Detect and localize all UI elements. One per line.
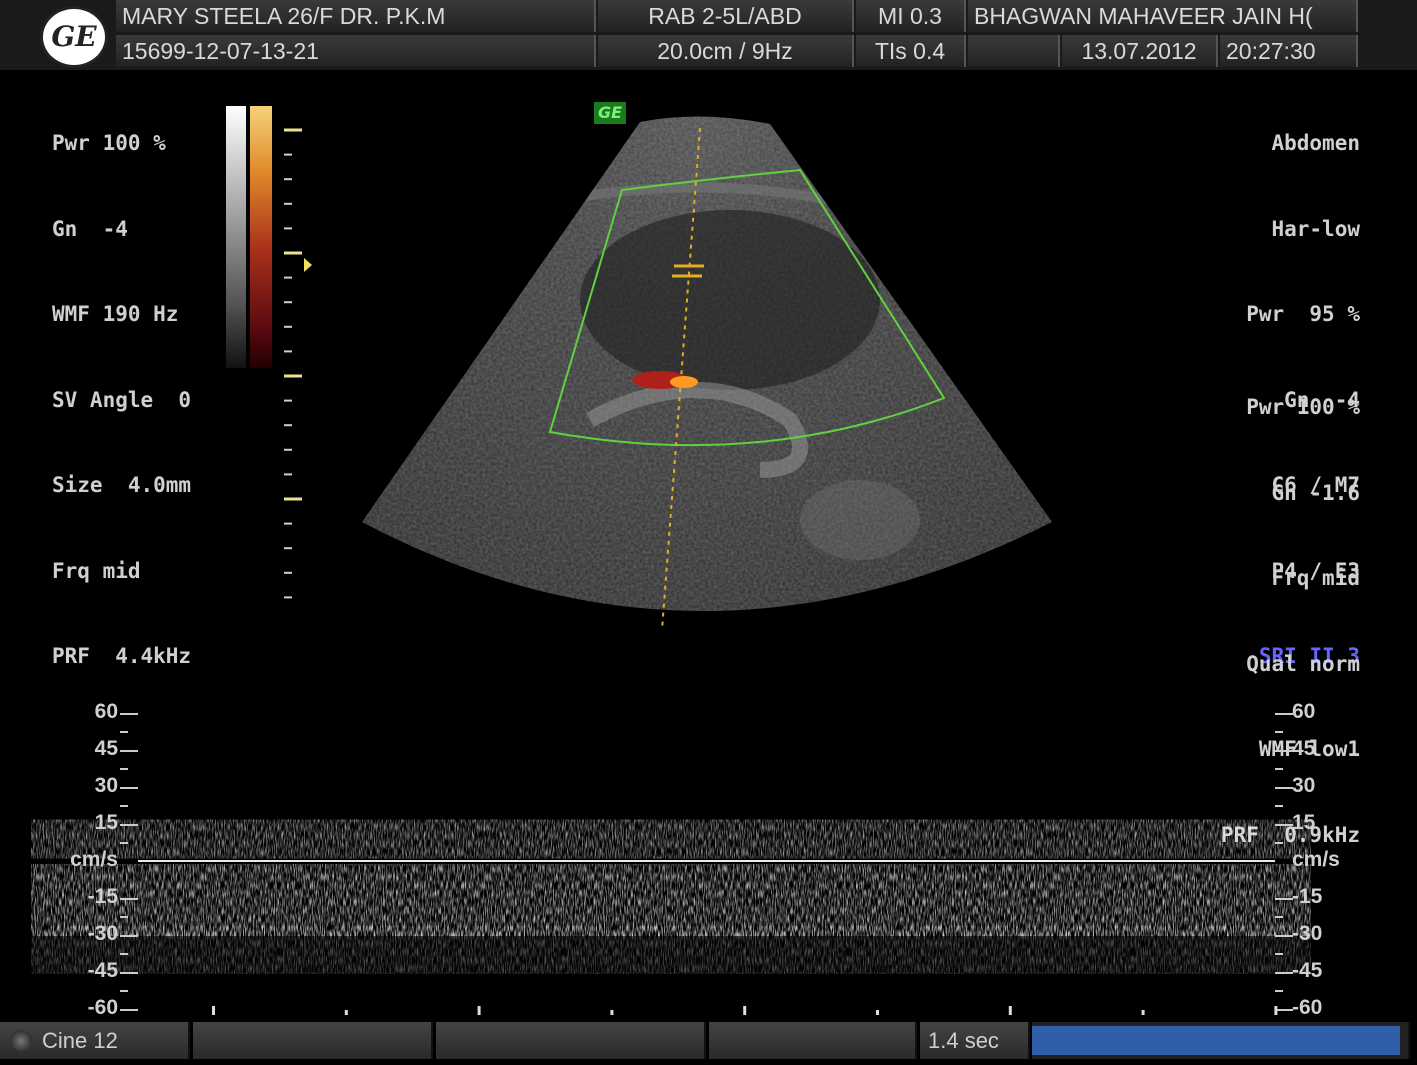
softkey-3[interactable] bbox=[709, 1022, 917, 1059]
velocity-scale-label: 60 bbox=[1292, 700, 1316, 723]
velocity-scale-label: -45 bbox=[1292, 959, 1323, 982]
time-tick bbox=[743, 1006, 747, 1015]
velocity-scale-label: 30 bbox=[94, 774, 118, 797]
velocity-scale-label: cm/s bbox=[70, 848, 118, 871]
velocity-scale-label: -60 bbox=[87, 996, 118, 1019]
time-tick bbox=[1141, 1010, 1145, 1015]
cine-duration: 1.4 sec bbox=[920, 1022, 1030, 1059]
ge-screen-mark: GE bbox=[594, 102, 626, 124]
velocity-scale-label: -30 bbox=[87, 922, 118, 945]
time-tick bbox=[344, 1010, 348, 1015]
time-tick bbox=[1274, 1006, 1278, 1015]
velocity-scale-label: 45 bbox=[94, 737, 118, 760]
softkey-2[interactable] bbox=[436, 1022, 706, 1059]
velocity-scale-label: 15 bbox=[94, 811, 118, 834]
cine-indicator[interactable]: Cine 12 bbox=[0, 1022, 190, 1059]
velocity-scale-label: -15 bbox=[87, 885, 118, 908]
doppler-spectrum bbox=[120, 713, 1293, 1015]
cine-label: Cine 12 bbox=[42, 1028, 118, 1053]
velocity-scale-label: 45 bbox=[1292, 737, 1316, 760]
b-mode-sector-image bbox=[362, 116, 1052, 631]
cine-knob-icon bbox=[10, 1030, 32, 1052]
velocity-scale-label: 30 bbox=[1292, 774, 1316, 797]
time-tick bbox=[610, 1010, 614, 1015]
softkey-1[interactable] bbox=[193, 1022, 433, 1059]
time-tick bbox=[212, 1006, 215, 1015]
cine-progress-track[interactable] bbox=[1032, 1022, 1410, 1059]
velocity-scale-label: 60 bbox=[94, 700, 118, 723]
velocity-scale-label: -15 bbox=[1292, 885, 1323, 908]
time-tick bbox=[1008, 1006, 1012, 1015]
time-tick bbox=[477, 1006, 481, 1015]
velocity-scale-label: -45 bbox=[87, 959, 118, 982]
velocity-scale-label: -60 bbox=[1292, 996, 1323, 1019]
velocity-scale-label: cm/s bbox=[1292, 848, 1340, 871]
color-flow-orange bbox=[670, 376, 698, 388]
cine-progress-fill bbox=[1032, 1026, 1400, 1055]
time-tick bbox=[876, 1010, 879, 1015]
velocity-scale-label: 15 bbox=[1292, 811, 1316, 834]
velocity-scale-label: -30 bbox=[1292, 922, 1323, 945]
